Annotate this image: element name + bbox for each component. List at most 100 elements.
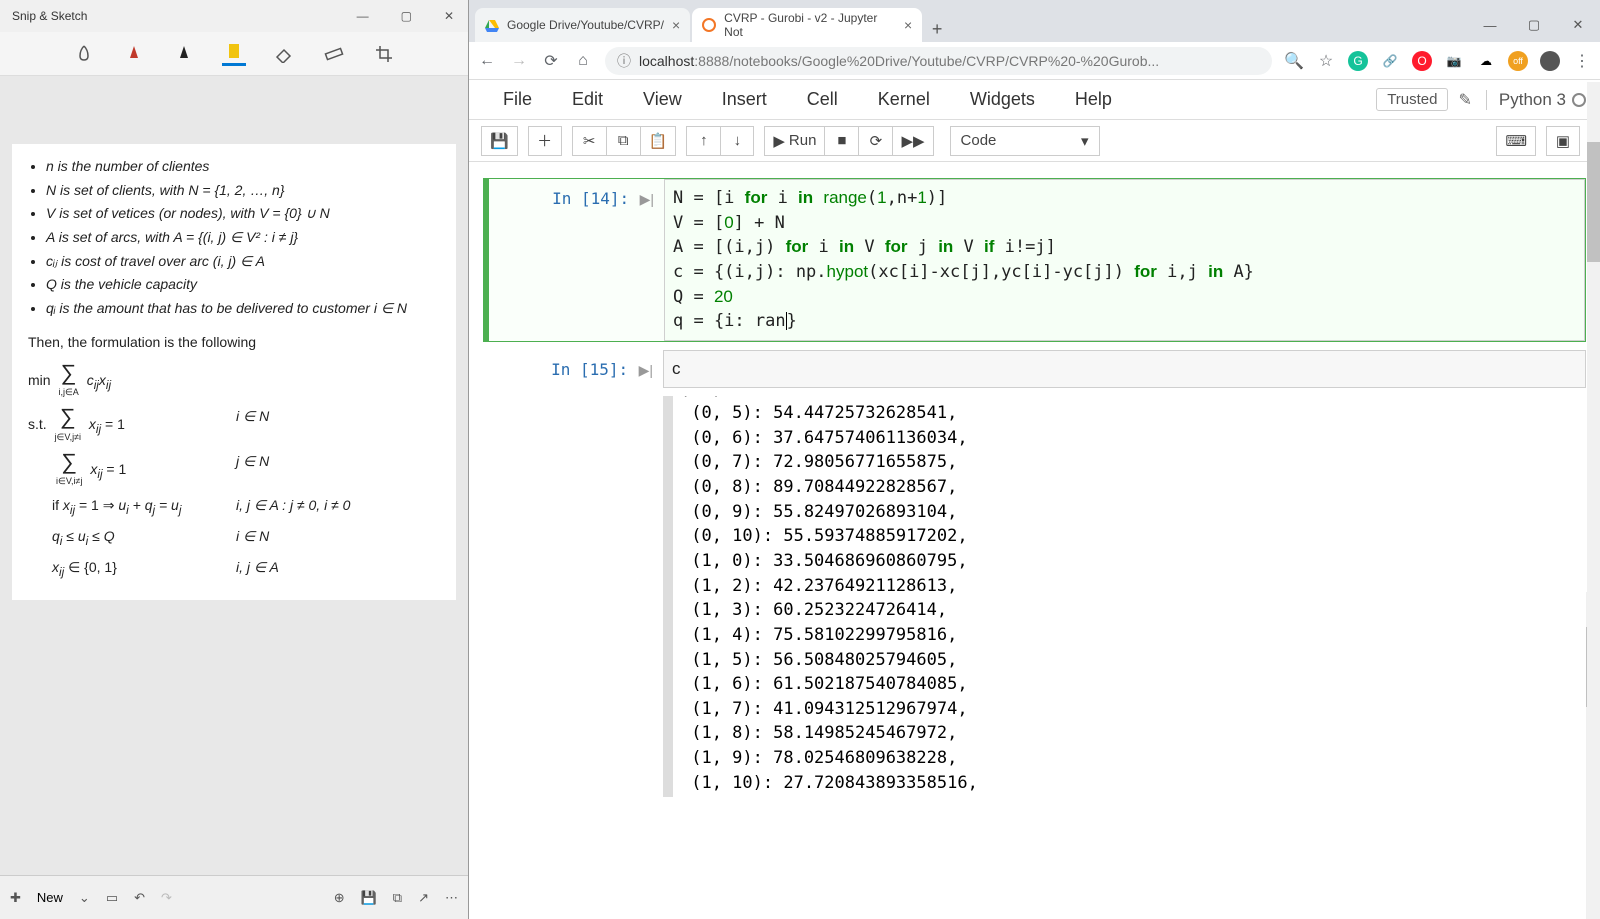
close-button[interactable]: ✕ [1556, 8, 1600, 42]
code-editor[interactable]: N = [i for i in range(1,n+1)] V = [0] + … [664, 179, 1585, 341]
page-scrollbar[interactable] [1587, 82, 1600, 919]
run-button[interactable]: ▶ Run [764, 126, 824, 156]
add-cell-button[interactable]: ＋ [528, 126, 562, 156]
pencil-icon[interactable]: ✎ [1458, 90, 1471, 110]
new-tab-button[interactable]: + [924, 16, 950, 42]
notebook-area: In [14]: ▶| N = [i for i in range(1,n+1)… [469, 162, 1600, 919]
redo-icon[interactable]: ↷ [161, 890, 172, 906]
highlighter-icon[interactable] [222, 42, 246, 66]
menu-help[interactable]: Help [1055, 89, 1132, 109]
zoom-icon[interactable]: 🔍 [1284, 51, 1304, 71]
save-button[interactable]: 💾 [481, 126, 518, 156]
kernel-indicator[interactable]: Python 3 [1486, 90, 1586, 110]
ruler-icon[interactable] [322, 42, 346, 66]
trusted-badge[interactable]: Trusted [1376, 88, 1448, 111]
cell-type-select[interactable]: Code ▾ [950, 126, 1100, 156]
pen-black-icon[interactable] [172, 42, 196, 66]
definition-item: qᵢ is the amount that has to be delivere… [46, 298, 440, 320]
zoom-icon[interactable]: ⊕ [334, 890, 345, 906]
extensions-area: G 🔗 O 📷 ☁ off ⋮ [1348, 51, 1592, 71]
paste-button[interactable]: 📋 [640, 126, 677, 156]
maximize-button[interactable]: ▢ [393, 5, 420, 27]
snip-title: Snip & Sketch [6, 9, 87, 23]
touch-writing-icon[interactable] [72, 42, 96, 66]
close-tab-icon[interactable]: × [672, 17, 680, 33]
extension-grammarly-icon[interactable]: G [1348, 51, 1368, 71]
extension-opera-icon[interactable]: O [1412, 51, 1432, 71]
forward-button[interactable]: → [509, 52, 529, 70]
profile-avatar[interactable] [1540, 51, 1560, 71]
menu-edit[interactable]: Edit [552, 89, 623, 109]
more-icon[interactable]: ⋯ [445, 890, 458, 906]
jupyter-icon [702, 18, 716, 32]
open-folder-icon[interactable]: ▭ [106, 890, 118, 906]
keyboard-button[interactable]: ⌨ [1496, 126, 1536, 156]
move-down-button[interactable]: ↓ [720, 126, 754, 156]
menu-insert[interactable]: Insert [702, 89, 787, 109]
code-editor[interactable]: c [663, 350, 1586, 389]
minimize-button[interactable]: — [349, 5, 377, 27]
drive-icon [485, 18, 499, 32]
address-bar: ← → ⟳ ⌂ ⓘ localhost:8888/notebooks/Googl… [469, 42, 1600, 80]
home-button[interactable]: ⌂ [573, 52, 593, 70]
chrome-menu-icon[interactable]: ⋮ [1572, 51, 1592, 71]
kernel-status-icon [1572, 93, 1586, 107]
back-button[interactable]: ← [477, 52, 497, 70]
close-button[interactable]: ✕ [436, 5, 462, 27]
copy-icon[interactable]: ⧉ [393, 890, 402, 906]
restart-button[interactable]: ⟳ [858, 126, 892, 156]
code-cell-15[interactable]: In [15]: ▶| c [483, 350, 1586, 389]
menu-view[interactable]: View [623, 89, 702, 109]
snip-window-controls: — ▢ ✕ [349, 5, 462, 27]
save-icon[interactable]: 💾 [361, 890, 377, 906]
tab-google-drive[interactable]: Google Drive/Youtube/CVRP/ × [475, 8, 690, 42]
chevron-down-icon: ▾ [1081, 132, 1089, 150]
fast-forward-button[interactable]: ▶▶ [892, 126, 933, 156]
prompt-area: In [14]: ▶| [484, 179, 664, 341]
undo-icon[interactable]: ↶ [134, 890, 145, 906]
copy-button[interactable]: ⧉ [606, 126, 640, 156]
interrupt-button[interactable]: ■ [824, 126, 858, 156]
menu-file[interactable]: File [483, 89, 552, 109]
new-label[interactable]: New [37, 890, 63, 905]
maximize-button[interactable]: ▢ [1512, 8, 1556, 42]
extension-link-icon[interactable]: 🔗 [1380, 51, 1400, 71]
minimize-button[interactable]: — [1468, 8, 1512, 42]
eraser-icon[interactable] [272, 42, 296, 66]
menu-kernel[interactable]: Kernel [858, 89, 950, 109]
definition-item: V is set of vetices (or nodes), with V =… [46, 203, 440, 225]
omnibox[interactable]: ⓘ localhost:8888/notebooks/Google%20Driv… [605, 47, 1272, 75]
extension-off-icon[interactable]: off [1508, 51, 1528, 71]
run-cell-icon[interactable]: ▶| [640, 191, 654, 207]
definition-item: cᵢⱼ is cost of travel over arc (i, j) ∈ … [46, 251, 440, 273]
cut-button[interactable]: ✂ [572, 126, 606, 156]
code-cell-14[interactable]: In [14]: ▶| N = [i for i in range(1,n+1)… [483, 178, 1586, 342]
formulation-intro: Then, the formulation is the following [28, 332, 440, 354]
definition-item: n is the number of clientes [46, 156, 440, 178]
close-tab-icon[interactable]: × [904, 17, 912, 33]
reload-button[interactable]: ⟳ [541, 51, 561, 71]
extension-camera-icon[interactable]: 📷 [1444, 51, 1464, 71]
in-prompt: In [14]: [552, 189, 629, 208]
in-prompt: In [15]: [551, 360, 628, 379]
move-up-button[interactable]: ↑ [686, 126, 720, 156]
pen-red-icon[interactable] [122, 42, 146, 66]
prompt-area: In [15]: ▶| [483, 350, 663, 389]
menu-widgets[interactable]: Widgets [950, 89, 1055, 109]
crop-icon[interactable] [372, 42, 396, 66]
run-cell-icon[interactable]: ▶| [639, 362, 653, 378]
menu-cell[interactable]: Cell [787, 89, 858, 109]
star-icon[interactable]: ☆ [1316, 51, 1336, 71]
tab-jupyter-active[interactable]: CVRP - Gurobi - v2 - Jupyter Not × [692, 8, 922, 42]
output-text[interactable]: (0, 4): 96.77599205612287, (0, 5): 54.44… [663, 396, 1586, 797]
snip-titlebar: Snip & Sketch — ▢ ✕ [0, 0, 468, 32]
snip-sketch-window: Snip & Sketch — ▢ ✕ n is the number of c… [0, 0, 469, 919]
new-snip-icon[interactable]: ✚ [10, 890, 21, 906]
snip-toolbar [0, 32, 468, 76]
share-icon[interactable]: ↗ [418, 890, 429, 906]
extension-cloud-icon[interactable]: ☁ [1476, 51, 1496, 71]
tabstrip: Google Drive/Youtube/CVRP/ × CVRP - Guro… [469, 0, 1600, 42]
chevron-down-icon[interactable]: ⌄ [79, 890, 90, 906]
page-scroll-thumb[interactable] [1587, 142, 1600, 262]
command-palette-button[interactable]: ▣ [1546, 126, 1580, 156]
